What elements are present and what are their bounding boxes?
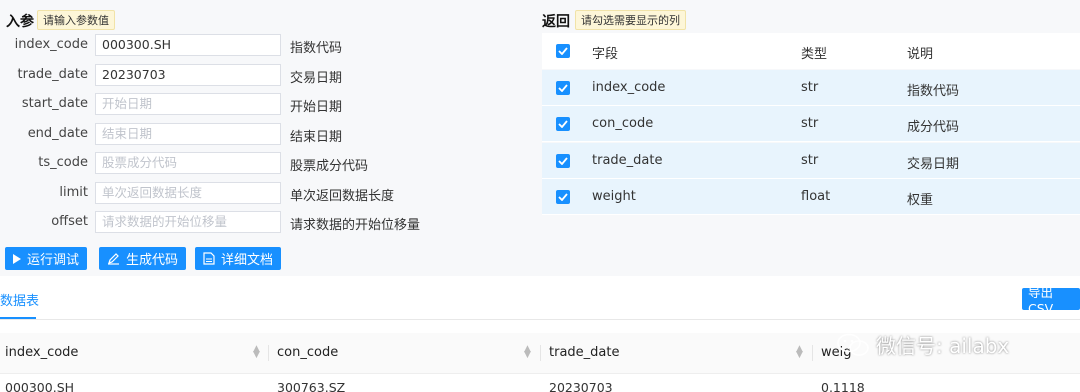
field-checkbox[interactable] [556,117,570,132]
field-description: 指数代码 [907,84,960,99]
param-description: 交易日期 [290,70,343,86]
table-cell: 300763.SZ [277,380,346,392]
param-input-index-code[interactable]: 000300.SH [95,34,281,56]
document-icon [203,252,215,265]
param-input-start-date[interactable]: 开始日期 [95,93,281,115]
column-header[interactable]: index_code [5,345,78,360]
field-name: con_code [592,116,654,132]
field-checkbox[interactable] [556,153,570,168]
return-field-row[interactable]: con_code str 成分代码 [542,106,1080,143]
watermark-text: 微信号: ailabx [876,334,1010,358]
param-input-trade-date[interactable]: 20230703 [95,63,281,86]
tab-divider [0,319,1080,320]
check-icon [558,47,568,55]
column-separator [268,345,269,361]
param-input-offset[interactable]: 请求数据的开始位移量 [95,211,281,233]
params-hint: 请输入参数值 [37,10,115,30]
param-input-end-date[interactable]: 结束日期 [95,122,281,145]
param-label: index_code [14,37,88,52]
detail-doc-label: 详细文档 [221,253,274,268]
check-icon [558,84,568,92]
field-type: str [801,152,819,168]
param-label: end_date [27,125,88,141]
edit-icon [108,253,119,265]
field-name: trade_date [592,152,663,168]
field-description: 权重 [907,192,934,208]
param-description: 开始日期 [290,100,343,115]
param-description: 结束日期 [290,129,343,145]
field-type: float [801,188,831,204]
param-input-limit[interactable]: 单次返回数据长度 [95,181,281,204]
field-name: index_code [592,80,666,95]
returns-title: 返回 [542,14,570,30]
generate-code-button[interactable]: 生成代码 [99,247,187,270]
param-label: offset [51,214,88,229]
wechat-icon [837,333,869,356]
watermark: 微信号: ailabx [836,330,1009,359]
return-field-row[interactable]: trade_date str 交易日期 [542,142,1080,179]
return-field-row[interactable]: index_code str 指数代码 [542,70,1080,106]
header-desc: 说明 [907,47,934,62]
select-all-checkbox[interactable] [556,44,570,58]
param-description: 指数代码 [290,41,343,56]
field-name: weight [592,188,636,204]
returns-table-header: 字段 类型 说明 [542,33,1080,69]
column-separator [540,345,541,361]
field-type: str [801,116,819,132]
column-header[interactable]: trade_date [549,345,619,360]
return-field-row[interactable]: weight float 权重 [542,178,1080,215]
table-cell: 0.1118 [821,380,865,392]
field-checkbox[interactable] [556,81,570,95]
column-header[interactable]: con_code [277,345,338,360]
run-debug-label: 运行调试 [27,253,80,268]
detail-doc-button[interactable]: 详细文档 [195,247,282,270]
generate-code-label: 生成代码 [126,253,179,268]
check-icon [558,120,568,129]
column-separator [812,345,813,361]
export-csv-button[interactable]: 导出CSV [1022,285,1080,316]
header-type: 类型 [801,47,828,62]
check-icon [558,193,568,201]
check-icon [558,157,568,165]
sort-icon[interactable]: ▲ ▼ [524,345,531,360]
sort-icon[interactable]: ▲ ▼ [796,345,803,360]
play-icon [13,253,21,264]
param-description: 单次返回数据长度 [290,188,395,204]
param-description: 股票成分代码 [290,159,369,174]
param-label: ts_code [38,155,88,170]
field-description: 成分代码 [907,120,960,136]
table-row: 000300.SH 300763.SZ 20230703 0.1118 [0,374,1080,392]
field-type: str [801,80,819,95]
sort-icon[interactable]: ▲ ▼ [253,345,260,360]
param-description: 请求数据的开始位移量 [290,218,421,233]
field-checkbox[interactable] [556,189,570,204]
header-field: 字段 [592,47,619,62]
param-label: start_date [21,96,88,111]
run-debug-button[interactable]: 运行调试 [5,247,88,270]
field-description: 交易日期 [907,156,960,172]
param-label: limit [59,184,88,200]
tab-data-table[interactable]: 数据表 [0,290,39,309]
param-input-ts-code[interactable]: 股票成分代码 [95,152,281,174]
table-cell: 20230703 [549,380,613,392]
returns-hint: 请勾选需要显示的列 [575,10,686,30]
params-title: 入参 [6,14,34,30]
table-cell: 000300.SH [5,380,75,392]
param-label: trade_date [17,66,88,82]
